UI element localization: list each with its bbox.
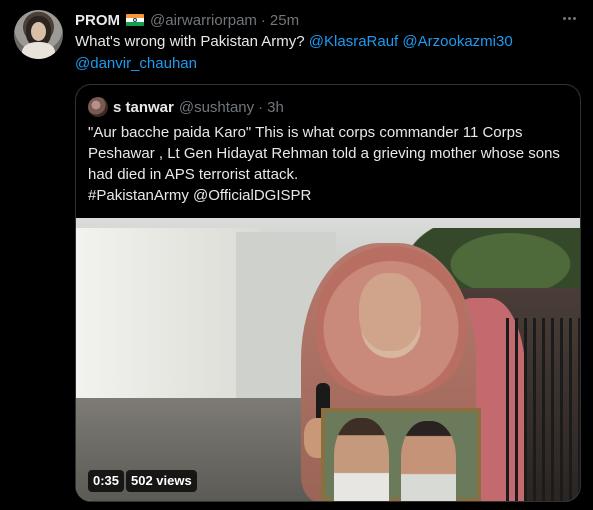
quoted-text-hashtags: #PakistanArmy @OfficialDGISPR [88,187,312,204]
more-icon[interactable] [557,8,581,28]
quoted-text-line: Peshawar , Lt Gen Hidayat Rehman told a … [88,145,560,162]
quoted-tweet-header: s tanwar @sushtany · 3h [88,97,284,117]
video-views-badge: 502 views [126,470,197,492]
mention-link[interactable]: @Arzookazmi30 [402,33,512,50]
quoted-author-name: s tanwar [113,98,174,116]
tweet-timestamp[interactable]: 25m [270,12,299,29]
tweet-header: PROM @airwarriorpam · 25m [75,10,299,30]
quoted-author-handle: @sushtany [178,98,255,116]
tweet-text: What's wrong with Pakistan Army? @Klasra… [75,31,575,75]
video-player[interactable]: 0:35 502 views [76,218,580,501]
author-handle[interactable]: @airwarriorpam [150,12,257,29]
india-flag-icon [126,14,144,26]
quoted-tweet-text: "Aur bacche paida Karo" This is what cor… [88,122,568,206]
quoted-tweet-card[interactable]: s tanwar @sushtany · 3h "Aur bacche paid… [75,84,581,502]
quoted-text-line: had died in APS terrorist attack. [88,166,299,183]
author-name[interactable]: PROM [75,12,120,29]
quoted-author-avatar [88,97,108,117]
mention-link[interactable]: @KlasraRauf [309,33,398,50]
quoted-tweet-timestamp: 3h [267,98,284,116]
quoted-text-line: "Aur bacche paida Karo" This is what cor… [88,124,523,141]
separator-dot: · [260,11,266,29]
tweet-text-plain: What's wrong with Pakistan Army? [75,33,309,50]
video-duration-badge: 0:35 [88,470,125,492]
separator-dot: · [258,98,264,116]
author-avatar[interactable] [14,10,63,59]
mention-link[interactable]: @danvir_chauhan [75,55,197,72]
